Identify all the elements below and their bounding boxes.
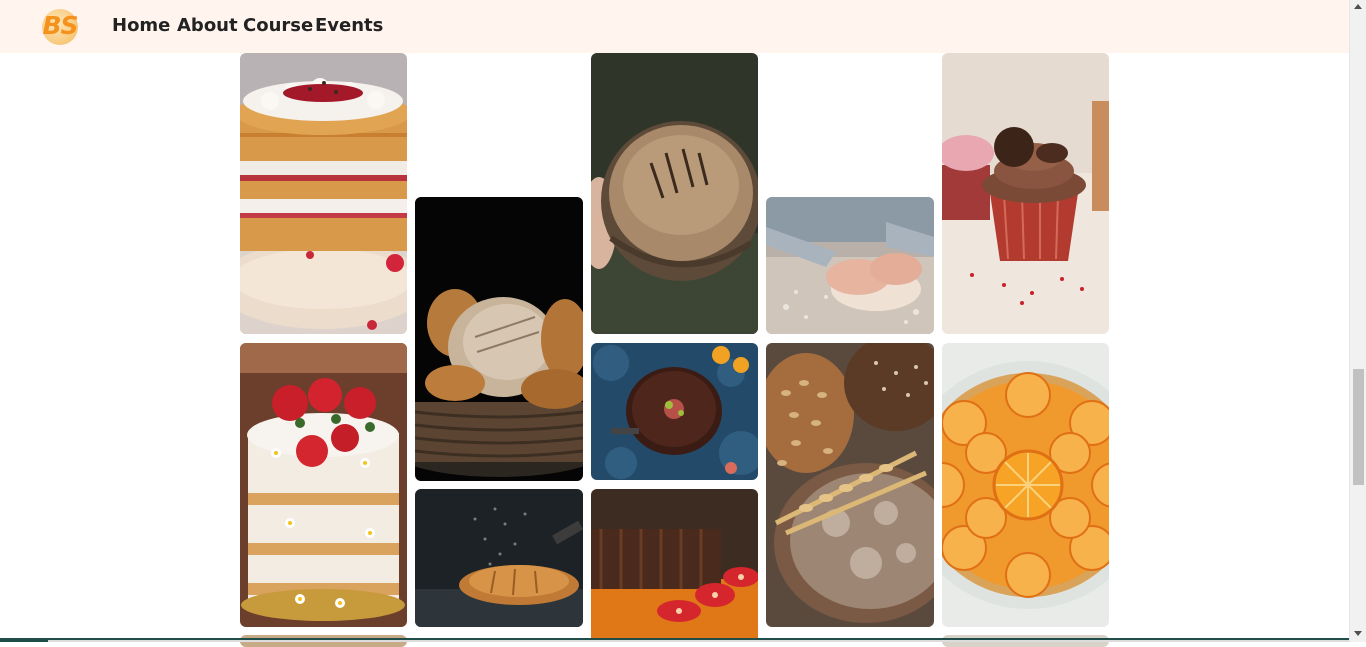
nav-events-link[interactable]: Events (315, 14, 383, 38)
scroll-down-arrow-icon[interactable] (1354, 631, 1362, 636)
nav-home-link[interactable]: Home (112, 14, 170, 38)
gallery-image-croissant-with-flour[interactable] (415, 489, 583, 627)
gallery-image-strawberry-naked-cake[interactable] (240, 343, 407, 627)
nav-course-link[interactable]: Course (243, 14, 313, 38)
gallery-image-chocolate-cupcake[interactable] (942, 53, 1109, 334)
vertical-scrollbar[interactable] (1349, 0, 1366, 642)
gallery-image-chocolate-strawberry-dessert[interactable] (591, 489, 758, 642)
gallery-image-hands-kneading-dough[interactable] (766, 197, 934, 334)
gallery-image-chocolate-tart[interactable] (591, 343, 758, 480)
site-logo[interactable]: BS (38, 5, 82, 47)
site-header: BS Home About Course Events (0, 0, 1349, 53)
scroll-up-arrow-icon[interactable] (1354, 4, 1362, 9)
logo-text: BS (42, 11, 78, 40)
gallery-image-sourdough-loaf-held[interactable] (591, 53, 758, 334)
gallery-image-layered-berry-cake[interactable] (240, 53, 407, 334)
nav-about-link[interactable]: About (177, 14, 238, 38)
scroll-thumb[interactable] (1353, 369, 1364, 485)
gallery-image-bread-basket[interactable] (415, 197, 583, 481)
photo-gallery (0, 0, 1349, 647)
gallery-image-rustic-breads-with-wheat[interactable] (766, 343, 934, 627)
gallery-image-orange-tart[interactable] (942, 343, 1109, 627)
